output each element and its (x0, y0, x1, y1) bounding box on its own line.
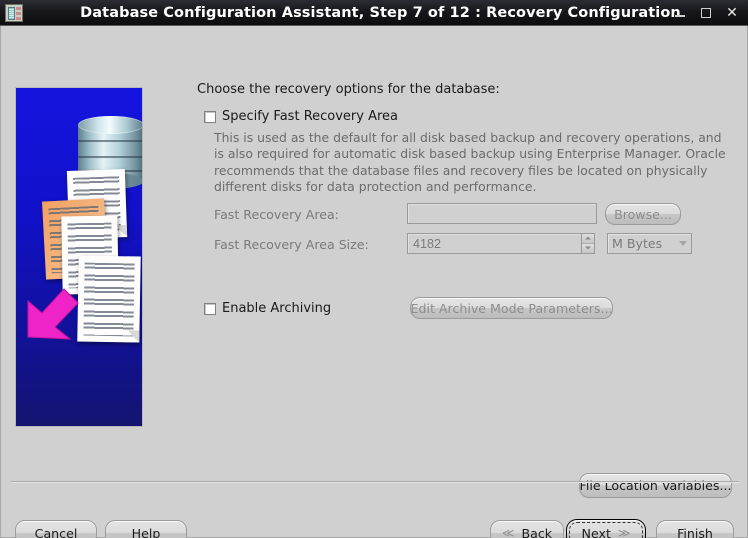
window-controls: ✕ (674, 0, 742, 26)
cylinder-top (78, 116, 142, 134)
size-units-value: M Bytes (612, 236, 663, 251)
fast-recovery-area-size-stepper[interactable] (582, 233, 595, 254)
browse-button-label: Browse... (614, 206, 672, 222)
enable-archiving-checkbox[interactable] (204, 302, 216, 315)
back-button[interactable]: ≪ Back (490, 520, 564, 538)
edit-archive-mode-parameters-button[interactable]: Edit Archive Mode Parameters... (410, 297, 613, 319)
database-app-icon (5, 3, 23, 22)
next-button-label: Next (581, 525, 611, 538)
help-button-label: Help (131, 525, 161, 538)
page-prompt: Choose the recovery options for the data… (197, 82, 500, 97)
title-bar: Database Configuration Assistant, Step 7… (0, 0, 748, 26)
chevron-left-icon: ≪ (501, 526, 515, 538)
magenta-arrow-icon (20, 283, 82, 345)
minimize-icon[interactable] (674, 7, 686, 19)
finish-button-label: Finish (677, 525, 713, 538)
footer-separator (11, 481, 739, 482)
enable-archiving-label: Enable Archiving (222, 301, 332, 316)
help-button[interactable]: Help (105, 520, 187, 538)
stepper-up-icon[interactable] (582, 234, 594, 244)
browse-button[interactable]: Browse... (605, 203, 681, 225)
stepper-down-icon[interactable] (582, 243, 594, 253)
close-icon[interactable]: ✕ (726, 6, 738, 20)
fast-recovery-area-size-input[interactable] (407, 233, 582, 254)
specify-fast-recovery-area-label: Specify Fast Recovery Area (222, 109, 399, 124)
fast-recovery-area-description: This is used as the default for all disk… (214, 130, 726, 195)
fast-recovery-area-label: Fast Recovery Area: (214, 207, 339, 222)
chevron-down-icon (679, 241, 687, 246)
window-body: Choose the recovery options for the data… (0, 26, 748, 538)
finish-button[interactable]: Finish (656, 520, 734, 538)
specify-fast-recovery-area-checkbox-row[interactable]: Specify Fast Recovery Area (204, 109, 398, 124)
wizard-illustration (15, 87, 143, 427)
next-button[interactable]: Next ≫ (566, 519, 646, 538)
size-units-dropdown[interactable]: M Bytes (607, 233, 692, 254)
chevron-right-icon: ≫ (617, 526, 631, 538)
window-title: Database Configuration Assistant, Step 7… (80, 4, 681, 21)
file-location-variables-button[interactable]: File Location Variables... (579, 473, 732, 498)
cancel-button[interactable]: Cancel (15, 520, 97, 538)
document-sheet (77, 255, 141, 343)
enable-archiving-checkbox-row[interactable]: Enable Archiving (204, 301, 331, 316)
edit-archive-mode-parameters-label: Edit Archive Mode Parameters... (410, 300, 613, 316)
dbca-window: Database Configuration Assistant, Step 7… (0, 0, 748, 538)
back-button-label: Back (521, 525, 553, 538)
maximize-icon[interactable] (700, 7, 712, 19)
fast-recovery-area-size-label: Fast Recovery Area Size: (214, 237, 369, 252)
fast-recovery-area-input[interactable] (407, 203, 597, 224)
cancel-button-label: Cancel (34, 525, 78, 538)
specify-fast-recovery-area-checkbox[interactable] (204, 110, 216, 123)
